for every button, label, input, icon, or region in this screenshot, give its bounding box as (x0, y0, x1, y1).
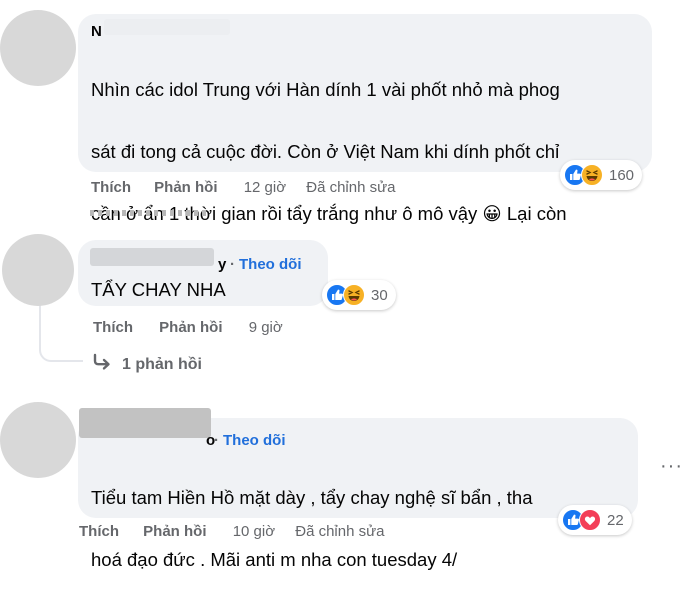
reaction-summary[interactable]: 160 (560, 160, 643, 190)
separator-dot: · (214, 432, 219, 449)
reaction-count: 22 (607, 511, 624, 529)
thread-curve (39, 330, 83, 362)
reaction-count: 30 (371, 286, 388, 304)
love-reaction-icon (579, 509, 601, 531)
like-button[interactable]: Thích (93, 319, 133, 336)
reaction-count: 160 (609, 166, 635, 184)
avatar[interactable] (0, 10, 76, 86)
separator-dot: · (230, 256, 235, 273)
comment-actions: Thích Phản hồi 10 giờ Đã chỉnh sửa (79, 523, 385, 540)
reply-button[interactable]: Phản hồi (143, 523, 206, 540)
haha-reaction-icon (343, 284, 365, 306)
comment-line: Nhìn các idol Trung với Hàn dính 1 vài p… (91, 79, 560, 100)
reaction-summary[interactable]: 30 (322, 280, 396, 310)
comment-actions: Thích Phản hồi 12 giờ Đã chỉnh sửa (91, 179, 396, 196)
view-replies-button[interactable]: 1 phản hồi (92, 353, 202, 376)
follow-link[interactable]: · Theo dõi (214, 432, 286, 449)
comment-actions: Thích Phản hồi 9 giờ (93, 319, 283, 336)
comment-line: hoá đạo đức . Mãi anti m nha con tuesday… (91, 549, 458, 570)
comment-line: Tiểu tam Hiền Hồ mặt dày , tẩy chay nghệ… (91, 487, 533, 508)
replies-count-label[interactable]: 1 phản hồi (122, 356, 202, 374)
haha-reaction-icon (581, 164, 603, 186)
follow-label[interactable]: Theo dõi (223, 432, 286, 449)
reply-button[interactable]: Phản hồi (159, 319, 222, 336)
reaction-summary[interactable]: 22 (558, 505, 632, 535)
redacted-author (79, 408, 211, 438)
like-button[interactable]: Thích (91, 179, 131, 196)
follow-label[interactable]: Theo dõi (239, 256, 302, 273)
redacted-author (104, 19, 230, 35)
reply-arrow-icon (92, 353, 122, 376)
cut-off-text (90, 206, 220, 218)
edited-label: Đã chỉnh sửa (295, 523, 385, 540)
edited-label: Đã chỉnh sửa (306, 179, 396, 196)
follow-link[interactable]: · Theo dõi (230, 256, 302, 273)
comment-text: TẨY CHAY NHA (91, 279, 226, 300)
redacted-author (90, 248, 214, 266)
comment-timestamp[interactable]: 10 giờ (233, 523, 275, 540)
comment-author[interactable]: N (91, 23, 102, 40)
comment-author[interactable]: y (218, 256, 226, 273)
more-options-icon[interactable]: ··· (660, 455, 683, 478)
comment-timestamp[interactable]: 9 giờ (249, 319, 283, 336)
comment-timestamp[interactable]: 12 giờ (244, 179, 286, 196)
like-button[interactable]: Thích (79, 523, 119, 540)
reply-button[interactable]: Phản hồi (154, 179, 217, 196)
avatar[interactable] (0, 402, 76, 478)
avatar[interactable] (2, 234, 74, 306)
